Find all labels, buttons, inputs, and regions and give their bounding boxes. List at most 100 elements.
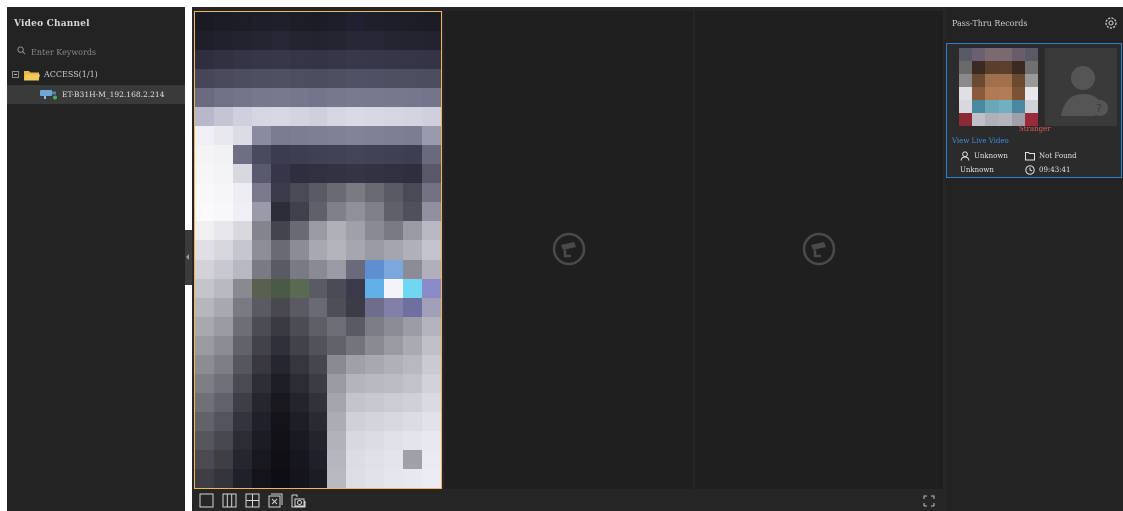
video-pixel (251, 449, 271, 469)
video-pixel (251, 88, 271, 108)
collapse-panel-handle[interactable] (185, 230, 192, 285)
video-pixel (327, 316, 347, 336)
video-pixel (213, 164, 233, 184)
video-pixel (403, 183, 423, 203)
snapshot-pixel (985, 113, 999, 126)
video-pixel (289, 88, 309, 108)
fullscreen-icon[interactable] (923, 495, 935, 507)
layout-4-icon[interactable] (245, 493, 260, 508)
snapshot-pixel (1011, 48, 1025, 61)
video-pane-1[interactable] (194, 11, 442, 489)
video-pixel (384, 126, 404, 146)
video-pixel (327, 107, 347, 127)
video-pixel (251, 107, 271, 127)
video-pixel (384, 69, 404, 89)
video-pixel (308, 202, 328, 222)
video-pixel (270, 240, 290, 260)
video-pixel (308, 107, 328, 127)
video-pixel (327, 259, 347, 279)
tree-group-access[interactable]: ACCESS(1/1) (7, 67, 185, 83)
video-pixel (422, 69, 441, 89)
video-pixel (213, 183, 233, 203)
live-video-feed (195, 12, 441, 488)
video-pixel (422, 107, 441, 127)
view-live-video-link[interactable]: View Live Video (952, 137, 1009, 145)
video-pixel (327, 354, 347, 374)
video-pixel (270, 164, 290, 184)
video-pixel (365, 335, 385, 355)
video-pixel (308, 297, 328, 317)
video-pixel (308, 240, 328, 260)
video-pixel (308, 259, 328, 279)
video-pane-3[interactable] (695, 11, 943, 489)
pass-thru-records-panel: Pass-Thru Records ? Stranger View Live V… (945, 7, 1123, 511)
layout-1-icon[interactable] (199, 493, 214, 508)
video-pixel (195, 164, 214, 184)
video-pixel (346, 107, 366, 127)
snapshot-icon[interactable] (291, 493, 306, 508)
video-pixel (346, 430, 366, 450)
video-pixel (308, 50, 328, 70)
search-box (7, 41, 185, 63)
video-pixel (195, 297, 214, 317)
video-pixel (422, 354, 441, 374)
close-all-icon[interactable] (268, 493, 283, 508)
video-pixel (422, 50, 441, 70)
video-pixel (403, 240, 423, 260)
video-pixel (213, 392, 233, 412)
video-pixel (365, 373, 385, 393)
video-pixel (195, 240, 214, 260)
video-pixel (289, 297, 309, 317)
collapse-toggle-icon[interactable] (12, 71, 19, 78)
snapshot-pixel (998, 113, 1012, 126)
video-pixel (308, 69, 328, 89)
video-pixel (365, 183, 385, 203)
video-pixel (327, 373, 347, 393)
video-pixel (327, 449, 347, 469)
video-pixel (346, 69, 366, 89)
video-pixel (384, 145, 404, 165)
video-pixel (384, 373, 404, 393)
settings-icon[interactable] (1104, 16, 1118, 30)
record-card[interactable]: ? Stranger View Live Video Unknown Not F… (946, 43, 1122, 178)
video-pixel (213, 449, 233, 469)
video-pixel (365, 278, 385, 298)
snapshot-pixel (1024, 100, 1038, 113)
video-toolbar (192, 489, 945, 511)
snapshot-pixel (985, 87, 999, 100)
video-pixel (365, 449, 385, 469)
unknown-person-icon: ? (1061, 66, 1108, 116)
snapshot-pixel (985, 74, 999, 87)
video-pixel (346, 31, 366, 51)
video-pixel (232, 221, 252, 241)
library-photo-placeholder: ? (1045, 48, 1117, 126)
library-icon (1025, 152, 1035, 161)
video-pixel (195, 373, 214, 393)
search-input[interactable] (31, 44, 171, 60)
tree-item-camera[interactable]: ET-B31H-M_192.168.2.214 (7, 85, 185, 104)
video-pixel (289, 468, 309, 488)
video-pixel (232, 164, 252, 184)
video-pixel (327, 335, 347, 355)
video-pixel (270, 449, 290, 469)
video-pixel (403, 430, 423, 450)
video-pixel (251, 297, 271, 317)
video-pixel (232, 278, 252, 298)
video-pixel (195, 12, 214, 32)
snapshot-pixel (959, 48, 973, 61)
layout-3-icon[interactable] (222, 493, 237, 508)
video-pixel (403, 12, 423, 32)
snapshot-pixel (972, 87, 986, 100)
snapshot-pixel (972, 100, 986, 113)
tree-item-label: ET-B31H-M_192.168.2.214 (62, 90, 165, 99)
video-pixel (289, 202, 309, 222)
video-pixel (308, 88, 328, 108)
video-pixel (365, 259, 385, 279)
video-pixel (251, 202, 271, 222)
video-pixel (422, 12, 441, 32)
video-pixel (251, 126, 271, 146)
video-pixel (251, 278, 271, 298)
video-pixel (403, 202, 423, 222)
video-pane-2[interactable] (444, 11, 693, 489)
video-pixel (270, 278, 290, 298)
